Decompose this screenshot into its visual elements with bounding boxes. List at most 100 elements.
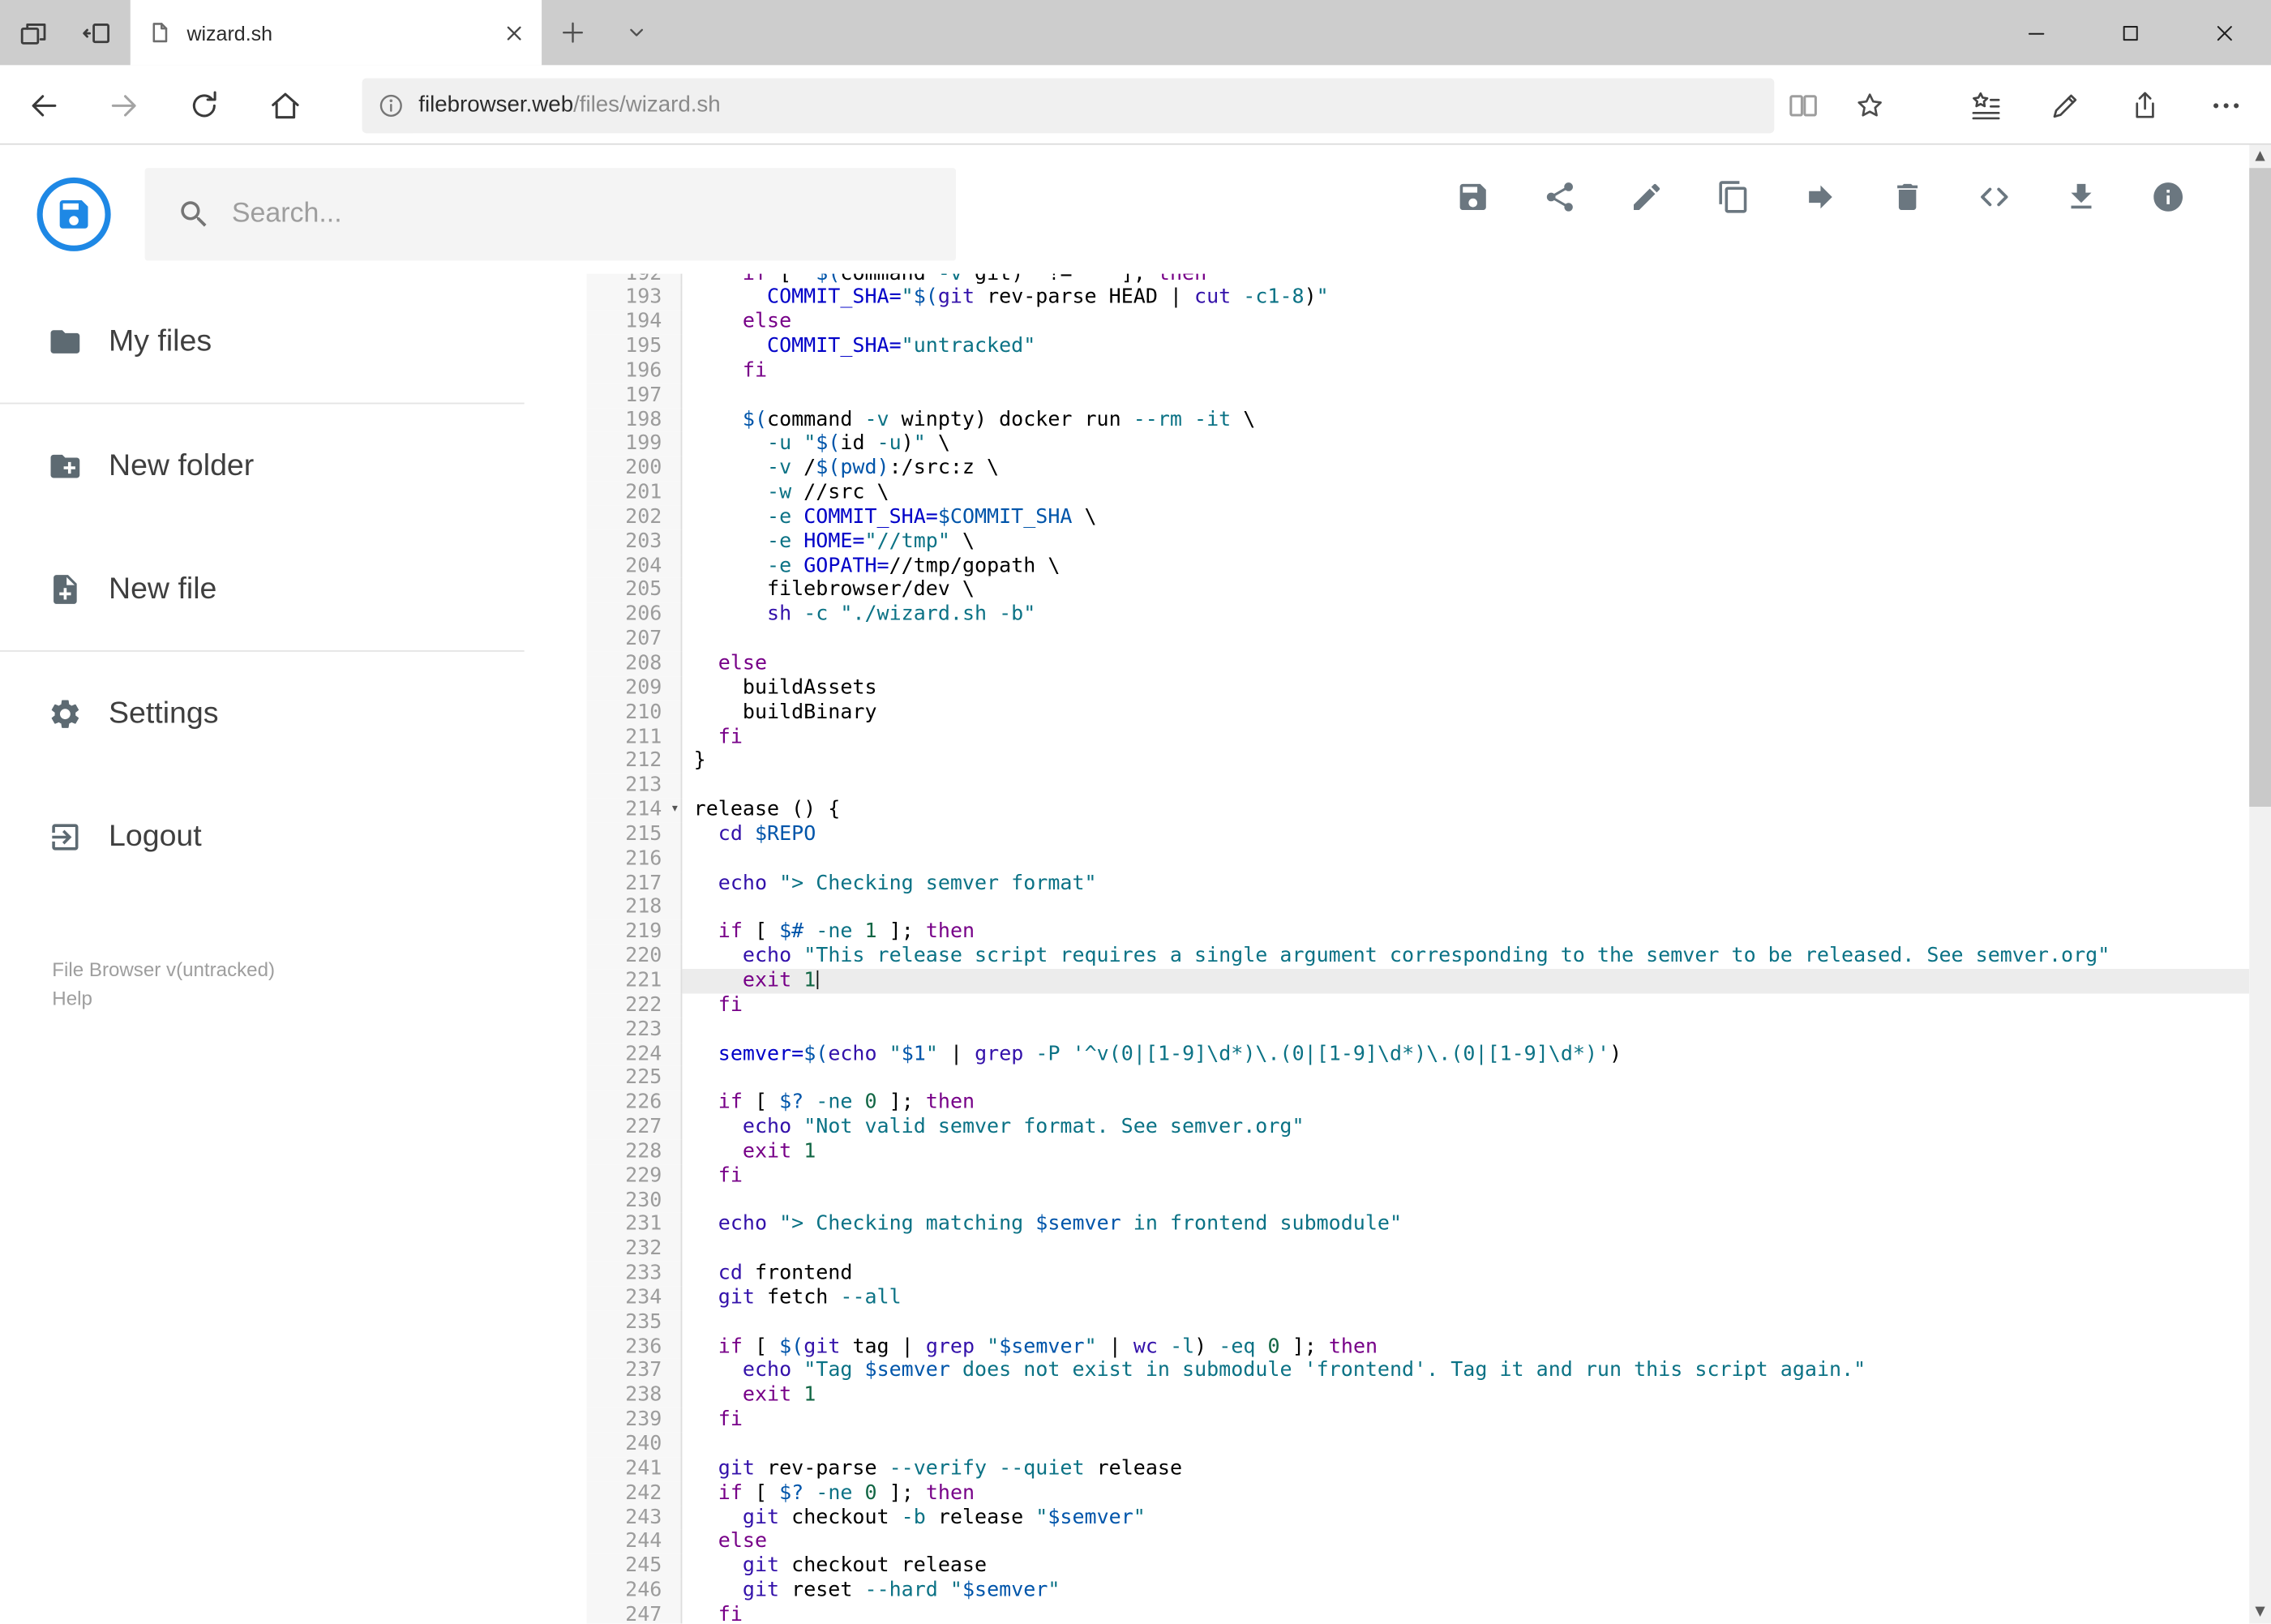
sidebar-item-my-files[interactable]: My files [0, 280, 586, 403]
code-line-222[interactable]: 222 fi [586, 993, 2249, 1018]
move-icon[interactable] [1803, 180, 1838, 215]
code-line-194[interactable]: 194 else [586, 310, 2249, 335]
info-icon[interactable] [2151, 180, 2186, 215]
code-line-192[interactable]: 192 if [ "$(command -v git)" != "" ]; th… [586, 273, 2249, 286]
code-line-229[interactable]: 229 fi [586, 1163, 2249, 1189]
address-bar[interactable]: filebrowser.web/files/wizard.sh [362, 78, 1775, 134]
code-line-220[interactable]: 220 echo "This release script requires a… [586, 944, 2249, 970]
code-text[interactable]: echo "> Checking matching $semver in fro… [682, 1213, 2249, 1237]
refresh-icon[interactable] [186, 88, 221, 123]
code-text[interactable]: COMMIT_SHA="untracked" [682, 335, 2249, 359]
code-line-242[interactable]: 242 if [ $? -ne 0 ]; then [586, 1480, 2249, 1506]
code-text[interactable]: cd frontend [682, 1262, 2249, 1286]
code-text[interactable] [682, 384, 2249, 408]
code-text[interactable]: if [ $? -ne 0 ]; then [682, 1481, 2249, 1506]
code-text[interactable]: -e COMMIT_SHA=$COMMIT_SHA \ [682, 505, 2249, 529]
share-icon[interactable] [1542, 180, 1577, 215]
raw-code-icon[interactable] [1977, 180, 2012, 215]
code-line-198[interactable]: 198 $(command -v winpty) docker run --rm… [586, 407, 2249, 433]
reading-view-icon[interactable] [1786, 88, 1821, 123]
filebrowser-logo-icon[interactable] [36, 177, 112, 252]
code-line-219[interactable]: 219 if [ $# -ne 1 ]; then [586, 919, 2249, 945]
code-text[interactable]: fi [682, 993, 2249, 1018]
help-link[interactable]: Help [52, 985, 275, 1014]
code-text[interactable]: if [ "$(command -v git)" != "" ]; then [682, 274, 2249, 286]
code-line-225[interactable]: 225 [586, 1066, 2249, 1091]
code-line-235[interactable]: 235 [586, 1310, 2249, 1335]
code-text[interactable]: exit 1 [682, 1384, 2249, 1408]
code-line-212[interactable]: 212} [586, 749, 2249, 774]
code-line-223[interactable]: 223 [586, 1018, 2249, 1043]
search-input[interactable] [231, 198, 956, 231]
code-text[interactable]: else [682, 1530, 2249, 1554]
code-text[interactable]: fi [682, 1164, 2249, 1189]
code-line-226[interactable]: 226 if [ $? -ne 0 ]; then [586, 1091, 2249, 1116]
more-options-icon[interactable] [2209, 88, 2243, 123]
tabs-set-aside-view-icon[interactable] [17, 17, 49, 49]
code-text[interactable]: filebrowser/dev \ [682, 579, 2249, 603]
code-text[interactable] [682, 1066, 2249, 1091]
code-text[interactable]: git reset --hard "$semver" [682, 1579, 2249, 1603]
code-line-227[interactable]: 227 echo "Not valid semver format. See s… [586, 1115, 2249, 1140]
back-icon[interactable] [26, 88, 61, 123]
new-tab-button[interactable] [559, 19, 587, 46]
code-line-203[interactable]: 203 -e HOME="//tmp" \ [586, 529, 2249, 555]
set-tabs-aside-icon[interactable] [81, 17, 113, 49]
copy-icon[interactable] [1716, 180, 1751, 215]
code-line-214[interactable]: 214 ▾ release () { [586, 798, 2249, 823]
scrollbar-thumb[interactable] [2249, 168, 2271, 807]
fold-arrow-icon[interactable]: ▾ [671, 798, 679, 822]
search-box[interactable] [144, 168, 956, 261]
code-line-207[interactable]: 207 [586, 627, 2249, 652]
code-line-245[interactable]: 245 git checkout release [586, 1554, 2249, 1579]
vertical-scrollbar[interactable]: ▲ ▼ [2249, 144, 2271, 1624]
code-line-234[interactable]: 234 git fetch --all [586, 1286, 2249, 1311]
edit-icon[interactable] [1630, 180, 1665, 215]
code-text[interactable]: -u "$(id -u)" \ [682, 432, 2249, 456]
code-text[interactable]: fi [682, 1603, 2249, 1623]
code-line-241[interactable]: 241 git rev-parse --verify --quiet relea… [586, 1456, 2249, 1481]
code-text[interactable]: else [682, 311, 2249, 335]
code-line-201[interactable]: 201 -w //src \ [586, 481, 2249, 506]
code-text[interactable] [682, 1433, 2249, 1457]
code-text[interactable]: git checkout -b release "$semver" [682, 1506, 2249, 1530]
maximize-button[interactable] [2083, 0, 2177, 65]
code-text[interactable] [682, 1018, 2249, 1042]
code-line-247[interactable]: 247 fi [586, 1603, 2249, 1624]
code-text[interactable]: fi [682, 359, 2249, 384]
code-line-231[interactable]: 231 echo "> Checking matching $semver in… [586, 1212, 2249, 1237]
code-line-243[interactable]: 243 git checkout -b release "$semver" [586, 1505, 2249, 1531]
browser-tab-wizard-sh[interactable]: wizard.sh [130, 0, 542, 66]
code-text[interactable]: -e HOME="//tmp" \ [682, 529, 2249, 554]
code-text[interactable]: echo "Not valid semver format. See semve… [682, 1116, 2249, 1140]
code-line-196[interactable]: 196 fi [586, 358, 2249, 384]
scroll-up-icon[interactable]: ▲ [2249, 145, 2271, 169]
code-line-211[interactable]: 211 fi [586, 725, 2249, 750]
sidebar-item-new-folder[interactable]: New folder [0, 404, 586, 527]
code-line-205[interactable]: 205 filebrowser/dev \ [586, 578, 2249, 603]
code-text[interactable]: if [ $? -ne 0 ]; then [682, 1091, 2249, 1115]
code-line-218[interactable]: 218 [586, 895, 2249, 920]
code-line-199[interactable]: 199 -u "$(id -u)" \ [586, 432, 2249, 457]
minimize-button[interactable] [1989, 0, 2083, 65]
scroll-down-icon[interactable]: ▼ [2249, 1600, 2271, 1624]
sidebar-item-logout[interactable]: Logout [0, 775, 586, 898]
code-text[interactable] [682, 628, 2249, 652]
code-text[interactable]: -e GOPATH=//tmp/gopath \ [682, 555, 2249, 579]
forward-icon[interactable] [107, 88, 142, 123]
code-text[interactable]: -w //src \ [682, 481, 2249, 505]
code-line-195[interactable]: 195 COMMIT_SHA="untracked" [586, 334, 2249, 359]
code-text[interactable]: echo "> Checking semver format" [682, 872, 2249, 896]
code-text[interactable]: COMMIT_SHA="$(git rev-parse HEAD | cut -… [682, 286, 2249, 311]
code-text[interactable]: if [ $# -ne 1 ]; then [682, 920, 2249, 945]
code-line-244[interactable]: 244 else [586, 1530, 2249, 1555]
code-line-209[interactable]: 209 buildAssets [586, 675, 2249, 701]
code-line-204[interactable]: 204 -e GOPATH=//tmp/gopath \ [586, 554, 2249, 579]
code-text[interactable] [682, 1310, 2249, 1335]
code-line-197[interactable]: 197 [586, 383, 2249, 408]
code-text[interactable]: if [ $(git tag | grep "$semver" | wc -l)… [682, 1335, 2249, 1359]
code-line-200[interactable]: 200 -v /$(pwd):/src:z \ [586, 456, 2249, 482]
code-line-233[interactable]: 233 cd frontend [586, 1262, 2249, 1287]
code-line-238[interactable]: 238 exit 1 [586, 1383, 2249, 1408]
code-text[interactable]: git fetch --all [682, 1286, 2249, 1310]
